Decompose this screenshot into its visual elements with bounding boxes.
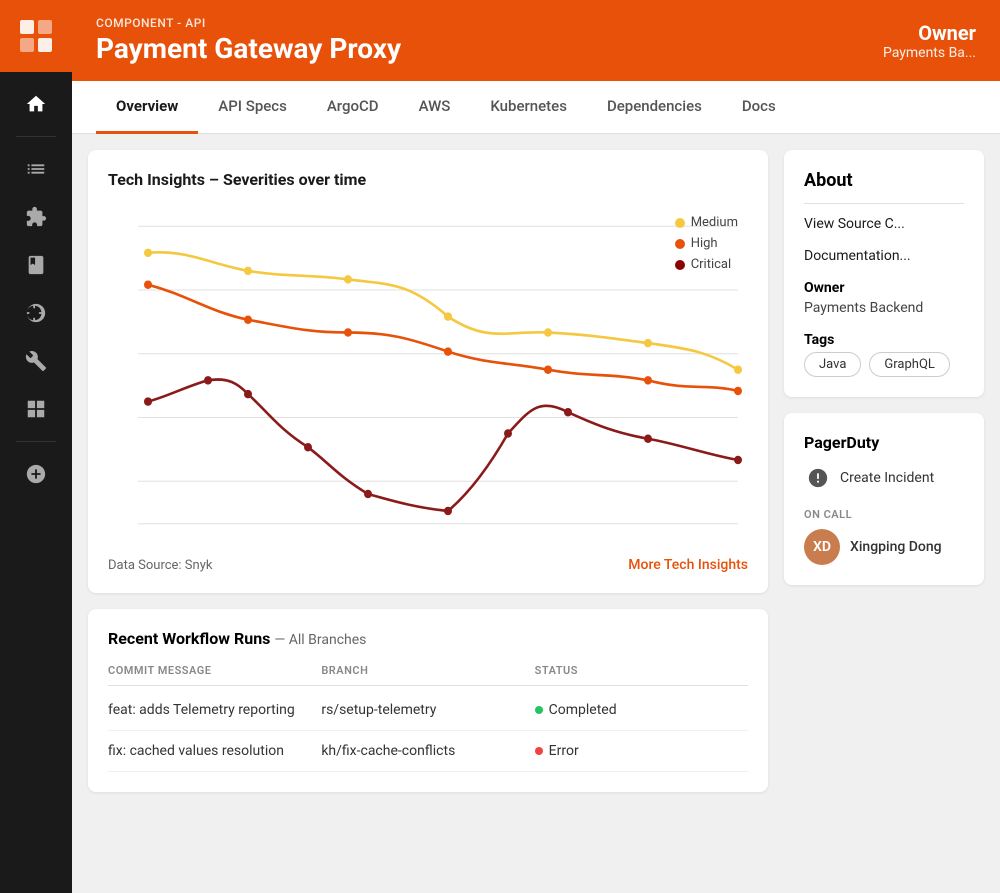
data-source-label: Data Source: Snyk [108,558,212,573]
more-tech-insights-link[interactable]: More Tech Insights [628,557,748,573]
on-call-user: XD Xingping Dong [804,529,964,565]
legend-label-medium: Medium [691,215,738,230]
avatar: XD [804,529,840,565]
chart-footer: Data Source: Snyk More Tech Insights [108,557,748,573]
tag-java[interactable]: Java [804,352,861,377]
right-column: About View Source C... Documentation... … [784,150,984,877]
tab-argocd[interactable]: ArgoCD [307,81,399,134]
chart-card: Tech Insights – Severities over time Med… [88,150,768,593]
status-badge-2: Error [535,743,748,759]
header-right: Owner Payments Ba... [883,21,976,61]
legend-dot-critical [675,260,685,270]
tags-container: Java GraphQL [804,352,964,377]
chart-svg [108,205,748,545]
content-area: Tech Insights – Severities over time Med… [72,134,1000,893]
about-tags-label: Tags [804,332,964,348]
documentation-link[interactable]: Documentation... [804,248,964,264]
sidebar-item-list[interactable] [16,149,56,189]
tab-kubernetes[interactable]: Kubernetes [470,81,587,134]
branch-1: rs/setup-telemetry [321,702,534,718]
workflow-card: Recent Workflow Runs — All Branches COMM… [88,609,768,792]
sidebar-logo[interactable] [0,0,72,72]
create-incident-button[interactable]: Create Incident [804,464,964,492]
sidebar-item-home[interactable] [16,84,56,124]
left-column: Tech Insights – Severities over time Med… [88,150,768,877]
legend-high: High [675,236,738,251]
legend-critical: Critical [675,257,738,272]
status-dot-completed [535,706,543,714]
header-subtitle: COMPONENT - API [96,16,401,30]
tab-docs[interactable]: Docs [722,81,796,134]
pagerduty-title: PagerDuty [804,433,964,452]
tab-aws[interactable]: AWS [399,81,471,134]
sidebar-item-add[interactable] [16,454,56,494]
legend-dot-medium [675,218,685,228]
workflow-title: Recent Workflow Runs [108,629,270,648]
table-header: COMMIT MESSAGE BRANCH STATUS [108,664,748,686]
about-owner-value: Payments Backend [804,300,964,316]
col-header-commit: COMMIT MESSAGE [108,664,321,677]
sidebar-divider-1 [16,136,56,137]
col-header-status: STATUS [535,664,748,677]
sidebar-item-compass[interactable] [16,293,56,333]
tag-graphql[interactable]: GraphQL [869,352,949,377]
view-source-link[interactable]: View Source C... [804,216,964,232]
sidebar [0,0,72,893]
workflow-subtitle: — All Branches [274,632,366,648]
status-2: Error [535,743,748,759]
table-row: fix: cached values resolution kh/fix-cac… [108,731,748,772]
branch-2: kh/fix-cache-conflicts [321,743,534,759]
tab-api-specs[interactable]: API Specs [198,81,307,134]
pagerduty-card: PagerDuty Create Incident ON CALL XD Xin… [784,413,984,585]
legend-dot-high [675,239,685,249]
chart-legend: Medium High Critical [675,215,738,272]
legend-medium: Medium [675,215,738,230]
about-title: About [804,170,964,191]
header-title: Payment Gateway Proxy [96,32,401,65]
sidebar-divider-2 [16,441,56,442]
sidebar-item-wrench[interactable] [16,341,56,381]
about-owner-label: Owner [804,280,964,296]
legend-label-critical: Critical [691,257,731,272]
chart-container: Medium High Critical [108,205,748,545]
page-header: COMPONENT - API Payment Gateway Proxy Ow… [72,0,1000,81]
status-1: Completed [535,702,748,718]
table-row: feat: adds Telemetry reporting rs/setup-… [108,690,748,731]
logo-icon [18,18,54,54]
sidebar-item-book[interactable] [16,245,56,285]
about-divider [804,203,964,204]
on-call-name: Xingping Dong [850,539,942,555]
create-incident-label: Create Incident [840,470,934,486]
status-label-2: Error [549,743,579,759]
header-left: COMPONENT - API Payment Gateway Proxy [96,16,401,65]
status-dot-error [535,747,543,755]
tab-overview[interactable]: Overview [96,81,198,134]
sidebar-item-grid[interactable] [16,389,56,429]
header-owner-label: Owner [883,21,976,45]
about-card: About View Source C... Documentation... … [784,150,984,397]
sidebar-item-puzzle[interactable] [16,197,56,237]
chart-title: Tech Insights – Severities over time [108,170,748,189]
legend-label-high: High [691,236,718,251]
status-label-1: Completed [549,702,617,718]
tab-dependencies[interactable]: Dependencies [587,81,722,134]
on-call-label: ON CALL [804,508,964,521]
workflow-header-row: Recent Workflow Runs — All Branches [108,629,748,648]
nav-tabs: Overview API Specs ArgoCD AWS Kubernetes… [72,81,1000,134]
header-owner-value: Payments Ba... [883,45,976,61]
main-content: COMPONENT - API Payment Gateway Proxy Ow… [72,0,1000,893]
alarm-icon [804,464,832,492]
commit-message-1: feat: adds Telemetry reporting [108,702,321,718]
status-badge-1: Completed [535,702,748,718]
commit-message-2: fix: cached values resolution [108,743,321,759]
col-header-branch: BRANCH [321,664,534,677]
